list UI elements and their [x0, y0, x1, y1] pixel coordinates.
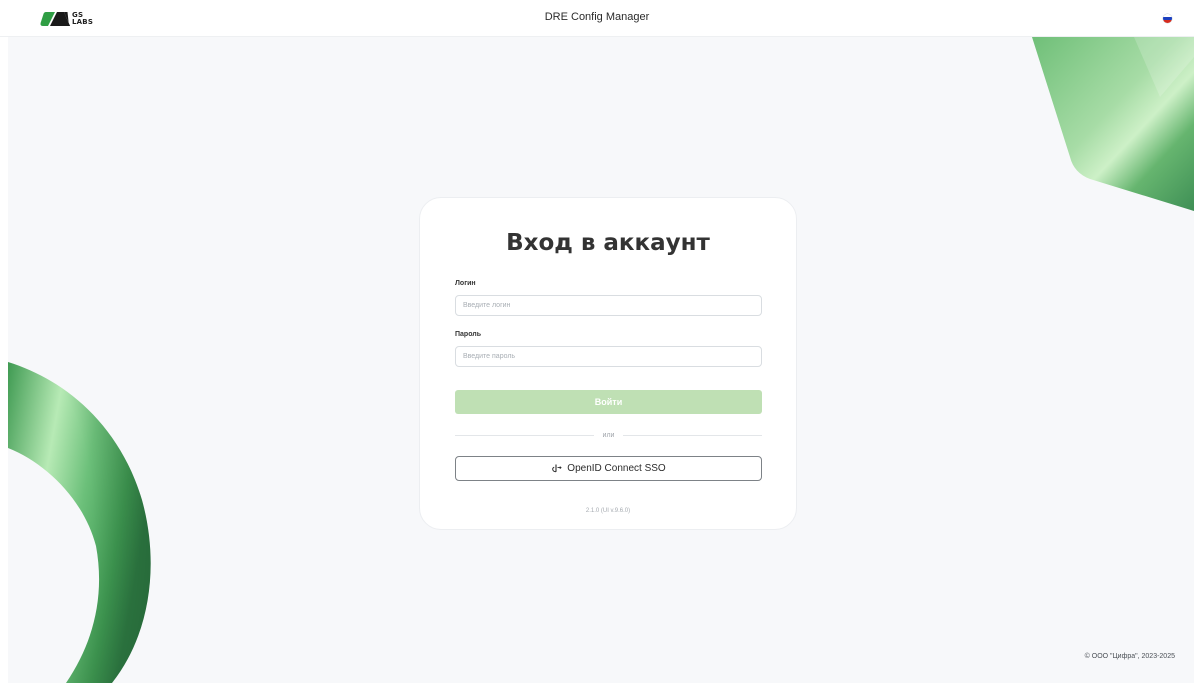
login-label: Логин — [455, 280, 476, 287]
divider-text: или — [602, 431, 615, 439]
sso-button-label: OpenID Connect SSO — [567, 463, 666, 474]
password-input[interactable] — [455, 346, 762, 367]
russian-flag-icon[interactable] — [1163, 14, 1172, 23]
login-title: Вход в аккаунт — [506, 230, 710, 256]
version-text: 2.1.0 (UI v.9.6.0) — [585, 508, 631, 514]
login-page: GS LABS DRE Config Manager Вход в аккаун… — [0, 0, 1194, 683]
app-title: DRE Config Manager — [544, 11, 650, 23]
login-button[interactable]: Войти — [455, 390, 762, 414]
password-label: Пароль — [455, 331, 482, 338]
login-input[interactable] — [455, 295, 762, 316]
divider-line-left — [455, 434, 594, 436]
openid-icon — [551, 462, 562, 476]
divider-line-right — [623, 434, 762, 436]
openid-sso-button[interactable]: OpenID Connect SSO — [455, 456, 762, 481]
or-divider: или — [455, 430, 762, 440]
top-bar: GS LABS DRE Config Manager — [0, 0, 1194, 37]
login-card: Вход в аккаунт Логин Пароль Войти или Op… — [419, 197, 797, 530]
copyright-text: © ООО "Цифра", 2023-2025 — [1084, 653, 1175, 660]
